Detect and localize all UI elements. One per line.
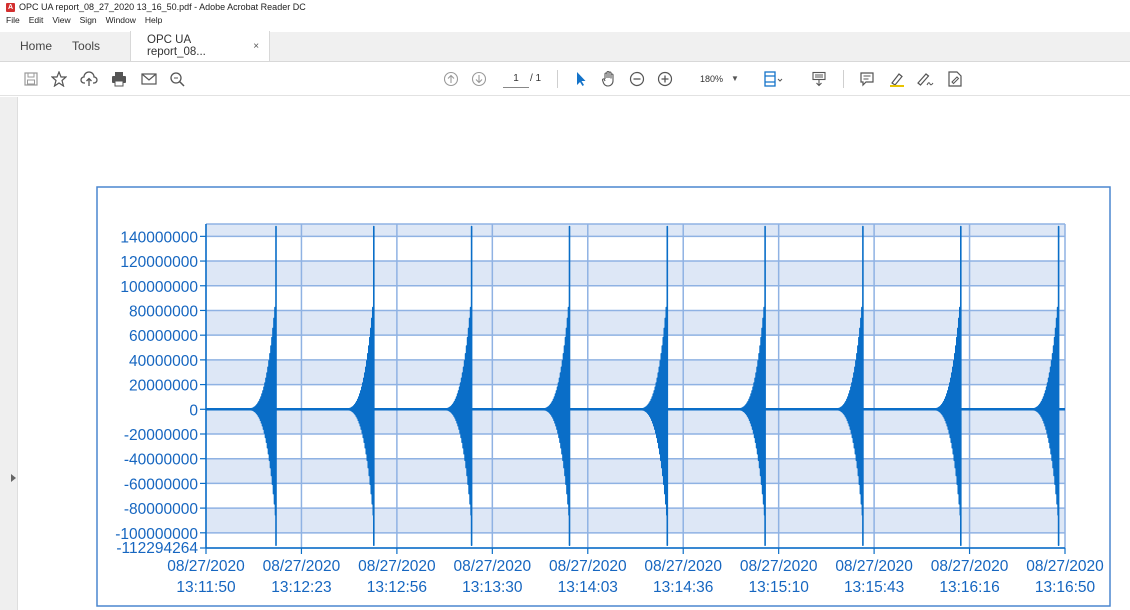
document-view[interactable]: 140000000 120000000 100000000 80000000 60000…: [19, 97, 1130, 610]
cloud-upload-icon[interactable]: [78, 68, 100, 90]
previous-page-icon[interactable]: [440, 68, 462, 90]
window-titlebar: A OPC UA report_08_27_2020 13_16_50.pdf …: [0, 0, 1130, 14]
tab-tools[interactable]: Tools: [62, 31, 110, 61]
chart-band: [206, 433, 1065, 459]
next-page-icon[interactable]: [468, 68, 490, 90]
chart-y-tick-label: -20000000: [124, 427, 199, 444]
chart-y-tick-label: 0: [189, 402, 198, 419]
chart-x-tick-label-time: 13:15:10: [748, 579, 809, 596]
chart-band: [206, 310, 1065, 336]
chart-band: [206, 236, 1065, 262]
chart-band: [206, 458, 1065, 484]
zoom-out-icon[interactable]: [626, 68, 648, 90]
chart-y-tick-label: -112294264: [116, 540, 198, 557]
select-pointer-icon[interactable]: [570, 68, 592, 90]
chart-x-tick-label-date: 08/27/2020: [740, 558, 818, 575]
menu-window[interactable]: Window: [106, 15, 136, 25]
chart-x-tick-label-time: 13:16:16: [939, 579, 999, 596]
menubar: File Edit View Sign Window Help: [0, 14, 1130, 26]
chart-band: [206, 261, 1065, 286]
window-title: OPC UA report_08_27_2020 13_16_50.pdf - …: [19, 2, 306, 12]
comment-icon[interactable]: [856, 68, 878, 90]
chart-y-tick-label: -80000000: [124, 501, 199, 518]
hand-tool-icon[interactable]: [598, 68, 620, 90]
chart-y-tick-label: 140000000: [120, 229, 198, 246]
read-mode-icon[interactable]: [808, 68, 830, 90]
chart-band: [206, 409, 1065, 434]
chart-y-tick-label: 100000000: [120, 279, 198, 296]
chart-x-tick-label-time: 13:14:03: [558, 579, 618, 596]
menu-help[interactable]: Help: [145, 15, 162, 25]
chart-band: [206, 384, 1065, 410]
zoom-value: 180%: [700, 74, 724, 84]
tab-home[interactable]: Home: [10, 31, 62, 61]
zoom-dropdown[interactable]: 180% ▼: [700, 70, 739, 88]
tab-document-label: OPC UA report_08...: [147, 34, 206, 58]
page-number-input[interactable]: 1: [503, 70, 529, 88]
tab-bar: Home Tools OPC UA report_08... ×: [0, 31, 1130, 62]
acrobat-icon: A: [6, 2, 15, 12]
highlight-pen-icon[interactable]: [886, 68, 908, 90]
chart-x-tick-label-date: 08/27/2020: [167, 558, 245, 575]
fill-sign-icon[interactable]: [944, 68, 966, 90]
chart-x-tick-label-time: 13:12:23: [271, 579, 331, 596]
toolbar-divider: [557, 70, 558, 88]
chevron-right-icon[interactable]: [11, 474, 16, 482]
close-icon[interactable]: ×: [253, 41, 259, 52]
save-icon[interactable]: [20, 68, 42, 90]
chart-x-tick-label-time: 13:13:30: [462, 579, 523, 596]
chart-x-tick-label-date: 08/27/2020: [1026, 558, 1104, 575]
tab-tools-label: Tools: [72, 39, 101, 53]
chart-band: [206, 483, 1065, 509]
sign-icon[interactable]: [914, 68, 936, 90]
search-icon[interactable]: [166, 68, 188, 90]
chart-x-tick-label-time: 13:11:50: [176, 579, 236, 596]
tab-document[interactable]: OPC UA report_08... ×: [130, 31, 271, 61]
star-icon[interactable]: [48, 68, 70, 90]
chart-band: [206, 359, 1065, 385]
tab-home-label: Home: [20, 39, 53, 53]
chart-band: [206, 532, 1065, 548]
chart-y-tick-label: -60000000: [124, 476, 199, 493]
chart-band: [206, 285, 1065, 311]
chart-y-tick-label: 80000000: [129, 303, 198, 320]
chart-x-tick-label-date: 08/27/2020: [931, 558, 1009, 575]
menu-view[interactable]: View: [52, 15, 70, 25]
mail-icon[interactable]: [138, 68, 160, 90]
chart-y-tick-label: -40000000: [124, 452, 199, 469]
chart-band: [206, 224, 1065, 237]
menu-edit[interactable]: Edit: [29, 15, 44, 25]
chart: 140000000 120000000 100000000 80000000 60000…: [96, 186, 1111, 607]
chart-x-tick-label-date: 08/27/2020: [263, 558, 341, 575]
navigation-pane-strip[interactable]: [0, 97, 18, 610]
chart-x-tick-label-date: 08/27/2020: [835, 558, 913, 575]
chart-band: [206, 335, 1065, 360]
chevron-down-icon: ▼: [731, 74, 739, 83]
chart-x-tick-label-date: 08/27/2020: [454, 558, 532, 575]
print-icon[interactable]: [108, 68, 130, 90]
chart-y-tick-label: 60000000: [129, 328, 198, 345]
chart-x-tick-label-time: 13:16:50: [1035, 579, 1096, 596]
zoom-in-icon[interactable]: [654, 68, 676, 90]
chart-x-tick-label-date: 08/27/2020: [358, 558, 436, 575]
menu-sign[interactable]: Sign: [80, 15, 97, 25]
chart-x-tick-label-time: 13:14:36: [653, 579, 713, 596]
chart-band: [206, 508, 1065, 533]
page-total: / 1: [530, 73, 542, 84]
chart-x-tick-label-date: 08/27/2020: [549, 558, 627, 575]
chart-y-tick-label: 120000000: [120, 254, 198, 271]
menu-file[interactable]: File: [6, 15, 20, 25]
chart-y-tick-label: 40000000: [129, 353, 198, 370]
chart-x-tick-label-time: 13:15:43: [844, 579, 904, 596]
chart-y-tick-label: 20000000: [129, 378, 198, 395]
page-fit-icon[interactable]: [762, 68, 784, 90]
toolbar: 1 / 1 180% ▼: [0, 62, 1130, 96]
toolbar-divider: [843, 70, 844, 88]
chart-x-tick-label-date: 08/27/2020: [644, 558, 722, 575]
chart-x-tick-label-time: 13:12:56: [367, 579, 427, 596]
